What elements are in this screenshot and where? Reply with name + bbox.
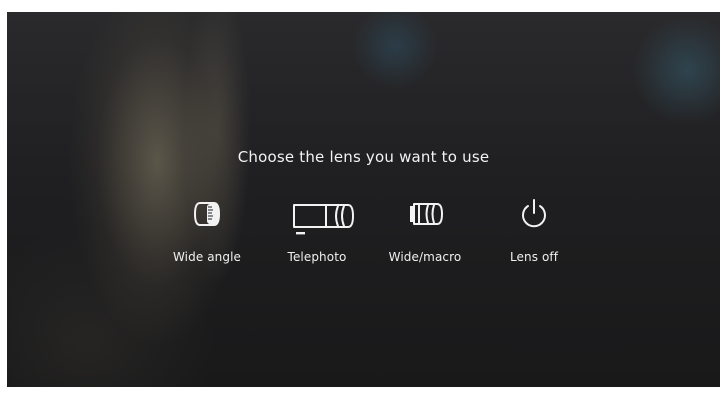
wide-angle-lens-icon	[194, 202, 220, 226]
lens-prompt-heading: Choose the lens you want to use	[237, 148, 490, 166]
lens-off-option[interactable]: Lens off	[479, 192, 589, 264]
wide-angle-label: Wide angle	[172, 250, 242, 264]
telephoto-option[interactable]: Telephoto	[262, 192, 372, 264]
telephoto-lens-icon	[293, 204, 354, 235]
wide-angle-option[interactable]: Wide angle	[152, 192, 262, 264]
lens-options: Wide angle Telephoto Wide/macro Lens off	[7, 192, 720, 272]
lens-off-label: Lens off	[509, 250, 559, 264]
power-icon	[522, 199, 546, 228]
wide-macro-option[interactable]: Wide/macro	[370, 192, 480, 264]
wide-macro-lens-icon	[410, 203, 443, 225]
lens-selection-screen: Choose the lens you want to use Wide ang…	[7, 12, 720, 387]
wide-macro-label: Wide/macro	[388, 250, 462, 264]
telephoto-label: Telephoto	[287, 250, 347, 264]
